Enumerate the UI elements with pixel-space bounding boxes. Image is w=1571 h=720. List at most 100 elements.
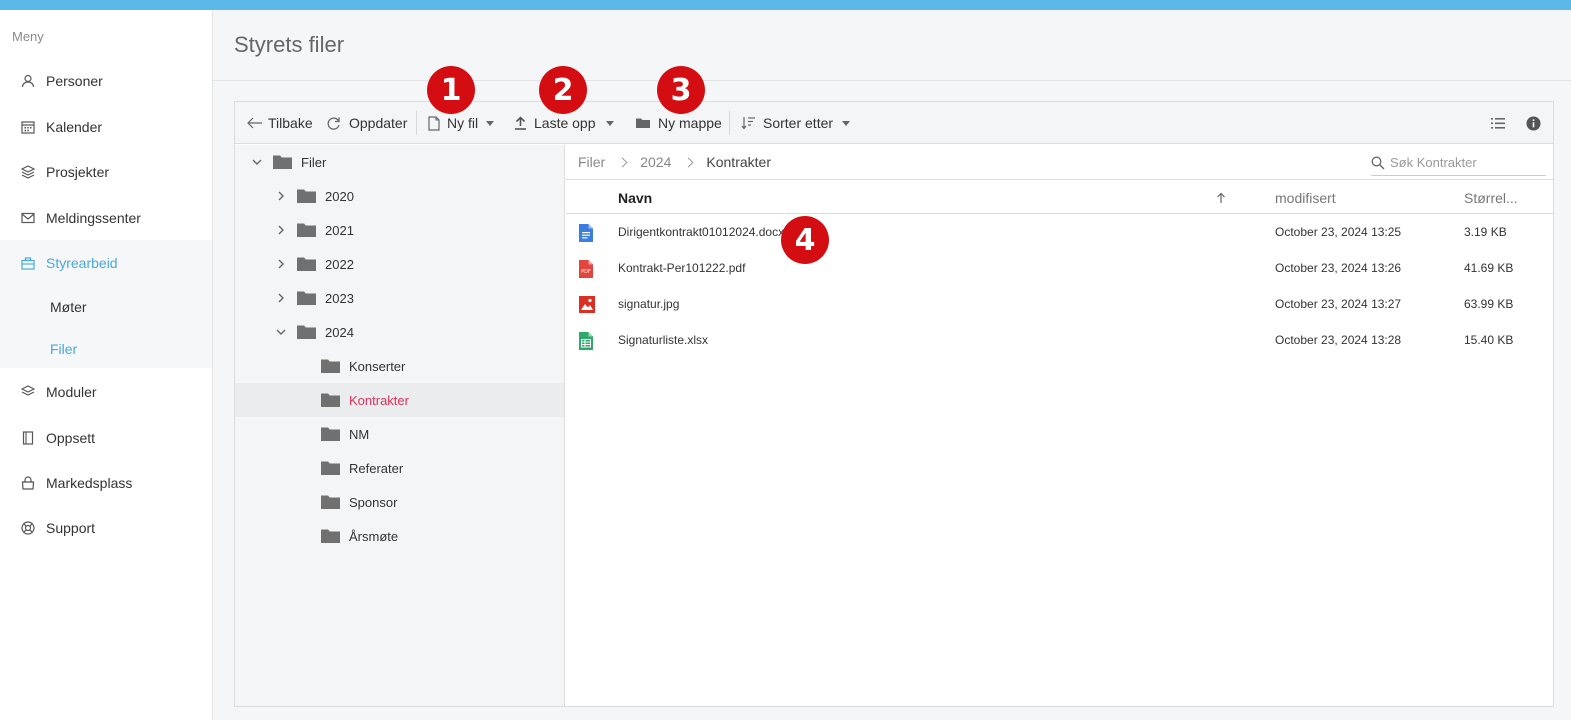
sort-ascending-icon[interactable] <box>1216 181 1226 214</box>
folder-tree: Filer 2020 2021 2022 2023 2024 Konserter… <box>235 145 565 706</box>
mail-icon <box>20 210 36 226</box>
file-size: 15.40 KB <box>1464 333 1514 347</box>
tree-label: Sponsor <box>349 494 398 510</box>
folder-icon <box>321 427 340 441</box>
file-size: 3.19 KB <box>1464 225 1507 239</box>
upload-label: Laste opp <box>534 115 596 131</box>
sidebar-item-label: Kalender <box>46 119 103 135</box>
page-title: Styrets filer <box>234 32 345 57</box>
sort-button[interactable]: Sorter etter <box>741 102 851 144</box>
breadcrumb-item[interactable]: 2024 <box>640 154 671 170</box>
column-header-modified[interactable]: modifisert <box>1275 181 1336 214</box>
sidebar-subitem-filer[interactable]: Filer <box>50 341 77 357</box>
tree-node-kontrakter[interactable]: Kontrakter <box>235 383 564 417</box>
chevron-right-icon <box>278 225 284 235</box>
sidebar-item-kalender[interactable]: Kalender <box>0 107 212 147</box>
chevron-down-icon <box>486 120 495 126</box>
tree-node-2024[interactable]: 2024 <box>235 315 564 349</box>
folder-icon <box>321 461 340 475</box>
column-header-name[interactable]: Navn <box>618 181 652 214</box>
table-row[interactable]: PDF Kontrakt-Per101222.pdf October 23, 2… <box>566 250 1553 286</box>
tree-node-2022[interactable]: 2022 <box>235 247 564 281</box>
sidebar-item-styrearbeid[interactable]: Styrearbeid <box>0 243 212 283</box>
breadcrumb-item[interactable]: Filer <box>578 154 605 170</box>
sidebar-item-personer[interactable]: Personer <box>0 61 212 101</box>
sidebar-item-prosjekter[interactable]: Prosjekter <box>0 152 212 192</box>
sidebar-item-meldingssenter[interactable]: Meldingssenter <box>0 198 212 238</box>
info-button[interactable] <box>1526 102 1546 144</box>
menu-label: Meny <box>12 29 44 44</box>
tree-label: Kontrakter <box>349 392 409 408</box>
image-file-icon <box>579 296 595 313</box>
person-icon <box>20 73 36 89</box>
tree-node-2021[interactable]: 2021 <box>235 213 564 247</box>
sidebar-item-markedsplass[interactable]: Markedsplass <box>0 463 212 503</box>
column-header-size[interactable]: Størrel... <box>1464 181 1518 214</box>
file-modified: October 23, 2024 13:28 <box>1275 333 1402 347</box>
sidebar-item-oppsett[interactable]: Oppsett <box>0 418 212 458</box>
sidebar-item-label: Personer <box>46 73 103 89</box>
back-label: Tilbake <box>268 115 313 131</box>
tree-label: 2024 <box>325 324 354 340</box>
tree-node-sponsor[interactable]: Sponsor <box>235 485 564 519</box>
folder-icon <box>636 118 650 128</box>
tree-label: 2020 <box>325 188 354 204</box>
folder-icon <box>321 529 340 543</box>
bag-icon <box>20 475 36 491</box>
chevron-down-icon <box>605 120 614 126</box>
sidebar-item-support[interactable]: Support <box>0 508 212 548</box>
annotation-badge-1: 1 <box>427 66 475 114</box>
tree-label: 2023 <box>325 290 354 306</box>
annotation-badge-4: 4 <box>781 216 829 264</box>
file-size: 41.69 KB <box>1464 261 1514 275</box>
chevron-down-icon <box>252 159 262 165</box>
briefcase-icon <box>20 255 36 271</box>
info-icon <box>1526 116 1541 130</box>
tree-label: Årsmøte <box>349 528 399 544</box>
tree-node-root[interactable]: Filer <box>235 145 564 179</box>
tree-node-2023[interactable]: 2023 <box>235 281 564 315</box>
search-input[interactable]: Søk Kontrakter <box>1371 150 1546 176</box>
doc-file-icon <box>579 224 593 242</box>
table-row[interactable]: signatur.jpg October 23, 2024 13:27 63.9… <box>566 286 1553 322</box>
tree-node-arsmote[interactable]: Årsmøte <box>235 519 564 553</box>
new-folder-label: Ny mappe <box>658 115 722 131</box>
chevron-right-icon <box>617 157 628 167</box>
sidebar-item-label: Oppsett <box>46 430 96 446</box>
sidebar-item-moduler[interactable]: Moduler <box>0 372 212 412</box>
folder-icon <box>297 223 316 237</box>
upload-icon <box>515 116 526 130</box>
modules-icon <box>20 384 36 400</box>
toolbar-separator <box>416 111 417 135</box>
table-row[interactable]: Dirigentkontrakt01012024.docx October 23… <box>566 214 1553 250</box>
tree-label: 2021 <box>325 222 354 238</box>
tree-label: Filer <box>301 154 327 170</box>
annotation-badge-3: 3 <box>657 66 705 114</box>
sidebar-item-label: Prosjekter <box>46 164 110 180</box>
top-accent-bar <box>0 0 1571 10</box>
tree-node-konserter[interactable]: Konserter <box>235 349 564 383</box>
tree-node-2020[interactable]: 2020 <box>235 179 564 213</box>
annotation-badge-2: 2 <box>539 66 587 114</box>
toolbar-separator <box>729 111 730 135</box>
file-name: Dirigentkontrakt01012024.docx <box>618 225 785 239</box>
sidebar-subitem-moter[interactable]: Møter <box>50 299 87 315</box>
tree-node-referater[interactable]: Referater <box>235 451 564 485</box>
file-list-panel: Filer 2024 Kontrakter Søk Kontrakter Nav… <box>566 145 1553 706</box>
pdf-file-icon: PDF <box>579 260 593 278</box>
list-view-button[interactable] <box>1490 102 1511 144</box>
chevron-down-icon <box>842 120 851 126</box>
breadcrumb-item: Kontrakter <box>706 154 771 170</box>
search-placeholder: Søk Kontrakter <box>1390 155 1477 170</box>
tree-node-nm[interactable]: NM <box>235 417 564 451</box>
refresh-icon <box>327 116 340 130</box>
folder-icon <box>297 291 316 305</box>
file-modified: October 23, 2024 13:26 <box>1275 261 1402 275</box>
tree-label: Referater <box>349 460 404 476</box>
table-row[interactable]: Signaturliste.xlsx October 23, 2024 13:2… <box>566 322 1553 358</box>
folder-icon <box>321 359 340 373</box>
back-button[interactable]: Tilbake <box>247 102 313 144</box>
lifebuoy-icon <box>20 520 36 536</box>
refresh-button[interactable]: Oppdater <box>326 102 407 144</box>
tree-label: Konserter <box>349 358 406 374</box>
